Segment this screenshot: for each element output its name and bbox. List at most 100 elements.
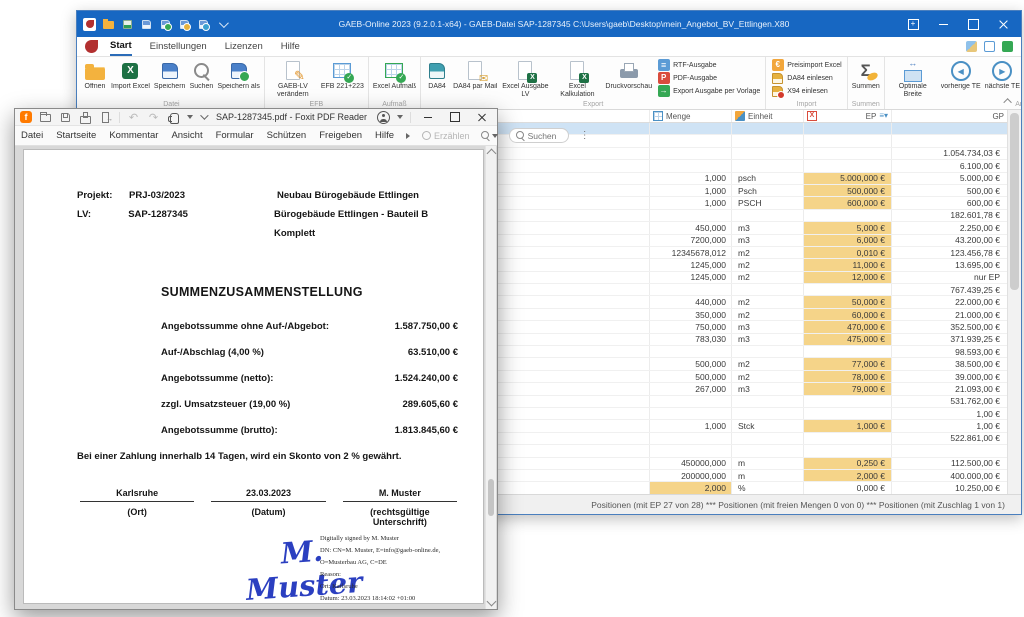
- cell-menge[interactable]: 267,000: [649, 383, 731, 395]
- cell-gp[interactable]: 522.861,00 €: [891, 432, 1007, 445]
- search-input[interactable]: [527, 130, 570, 141]
- cell-menge[interactable]: 350,000: [649, 308, 731, 321]
- advanced-search-button[interactable]: [480, 131, 498, 140]
- cell-einheit[interactable]: m: [731, 469, 803, 482]
- window-options-icon[interactable]: [899, 14, 927, 34]
- cell-menge[interactable]: [649, 123, 731, 135]
- cell-gp[interactable]: 39.000,00 €: [891, 370, 1007, 383]
- toolbar-expand-icon[interactable]: [200, 111, 209, 120]
- cell-gp[interactable]: 500,00 €: [891, 184, 1007, 197]
- save-as-yellow-icon[interactable]: [178, 18, 191, 31]
- ribbon-pdf-ausgabe[interactable]: PDF-Ausgabe: [657, 72, 760, 84]
- cell-einheit[interactable]: m3: [731, 234, 803, 246]
- header-einheit[interactable]: Einheit: [731, 110, 803, 122]
- cell-einheit[interactable]: m2: [731, 271, 803, 284]
- cell-gp[interactable]: [891, 135, 1007, 147]
- cell-einheit[interactable]: m2: [731, 308, 803, 321]
- pdf-close-icon[interactable]: [472, 110, 492, 124]
- cell-ep[interactable]: 12,000 €: [803, 271, 891, 284]
- cell-gp[interactable]: [891, 445, 1007, 457]
- cell-ep[interactable]: [803, 147, 891, 160]
- cell-menge[interactable]: 1,000: [649, 197, 731, 209]
- cell-einheit[interactable]: m2: [731, 246, 803, 259]
- close-icon[interactable]: [989, 14, 1017, 34]
- ribbon-summen[interactable]: Summen: [850, 57, 882, 100]
- cell-einheit[interactable]: m3: [731, 383, 803, 395]
- cell-ep[interactable]: 0,000 €: [803, 482, 891, 494]
- menu-freigeben[interactable]: Freigeben: [319, 130, 362, 141]
- cell-gp[interactable]: 6.100,00 €: [891, 160, 1007, 172]
- cell-menge[interactable]: 1,000: [649, 172, 731, 184]
- cell-menge[interactable]: 7200,000: [649, 234, 731, 246]
- ribbon-gaeb-lv-verändern[interactable]: GAEB-LV verändern: [267, 57, 319, 100]
- ribbon-efb-221-223[interactable]: EFB 221+223: [319, 57, 366, 100]
- cell-ep[interactable]: 0,010 €: [803, 246, 891, 259]
- cell-einheit[interactable]: [731, 432, 803, 445]
- cell-gp[interactable]: 1,00 €: [891, 407, 1007, 420]
- pdf-scrollbar[interactable]: [485, 146, 497, 609]
- cell-einheit[interactable]: m3: [731, 222, 803, 234]
- more-options-icon[interactable]: [580, 130, 590, 141]
- cell-einheit[interactable]: PSCH: [731, 197, 803, 209]
- scroll-up-icon[interactable]: [486, 148, 497, 159]
- menu-schützen[interactable]: Schützen: [267, 130, 307, 141]
- ribbon-da84-par-mail[interactable]: DA84 par Mail: [451, 57, 499, 100]
- cell-gp[interactable]: 21.093,00 €: [891, 383, 1007, 395]
- app-logo-icon[interactable]: [83, 17, 96, 31]
- cell-menge[interactable]: [649, 147, 731, 160]
- menu-hilfe[interactable]: Hilfe: [375, 130, 394, 141]
- cell-ep[interactable]: [803, 346, 891, 358]
- cell-gp[interactable]: 600,00 €: [891, 197, 1007, 209]
- tab-hilfe[interactable]: Hilfe: [281, 37, 300, 56]
- ribbon-excel-aufmaß[interactable]: Excel Aufmaß: [371, 57, 418, 100]
- ribbon-x94-einlesen[interactable]: X94 einlesen: [771, 85, 841, 99]
- cell-ep[interactable]: [803, 395, 891, 407]
- ribbon-export-ausgabe-per-vorlage[interactable]: Export Ausgabe per Vorlage: [657, 85, 760, 97]
- cell-ep[interactable]: 1,000 €: [803, 420, 891, 432]
- cell-menge[interactable]: 783,030: [649, 333, 731, 346]
- cell-menge[interactable]: 500,000: [649, 358, 731, 370]
- cell-gp[interactable]: 767.439,25 €: [891, 284, 1007, 296]
- cell-menge[interactable]: 1,000: [649, 184, 731, 197]
- cell-ep[interactable]: 5,000 €: [803, 222, 891, 234]
- ribbon-collapse-button[interactable]: [1002, 96, 1016, 106]
- cell-menge[interactable]: [649, 407, 731, 420]
- cell-ep[interactable]: 470,000 €: [803, 321, 891, 333]
- cell-einheit[interactable]: %: [731, 482, 803, 494]
- cell-einheit[interactable]: [731, 407, 803, 420]
- ribbon-speichern-als[interactable]: Speichern als: [215, 57, 261, 100]
- cell-ep[interactable]: 2,000 €: [803, 469, 891, 482]
- cell-gp[interactable]: 38.500,00 €: [891, 358, 1007, 370]
- cell-menge[interactable]: 200000,000: [649, 469, 731, 482]
- ribbon-excel-ausgabe-lv[interactable]: Excel Ausgabe LV: [499, 57, 551, 100]
- cell-gp[interactable]: 5.000,00 €: [891, 172, 1007, 184]
- cell-ep[interactable]: [803, 160, 891, 172]
- export-icon[interactable]: [99, 111, 113, 124]
- cell-gp[interactable]: 1,00 €: [891, 420, 1007, 432]
- cell-ep[interactable]: 475,000 €: [803, 333, 891, 346]
- cell-gp[interactable]: 10.250,00 €: [891, 482, 1007, 494]
- header-gp[interactable]: GP: [891, 110, 1007, 122]
- cell-ep[interactable]: 77,000 €: [803, 358, 891, 370]
- save-icon[interactable]: [59, 111, 72, 124]
- cell-ep[interactable]: [803, 284, 891, 296]
- cell-einheit[interactable]: [731, 284, 803, 296]
- tab-start[interactable]: Start: [110, 37, 132, 56]
- cell-menge[interactable]: 750,000: [649, 321, 731, 333]
- cell-gp[interactable]: 22.000,00 €: [891, 296, 1007, 308]
- window-layout-icon[interactable]: [984, 41, 995, 52]
- ribbon-excel-kalkulation[interactable]: Excel Kalkulation: [551, 57, 603, 100]
- cell-gp[interactable]: 352.500,00 €: [891, 321, 1007, 333]
- ribbon-vorherige-te[interactable]: vorherige TE: [939, 57, 983, 100]
- ribbon-nächste-te[interactable]: nächste TE: [983, 57, 1021, 100]
- cell-einheit[interactable]: m3: [731, 321, 803, 333]
- ribbon-speichern[interactable]: Speichern: [152, 57, 188, 100]
- toolbar-dropdown-icon[interactable]: [216, 18, 229, 31]
- header-menge[interactable]: Menge: [649, 110, 731, 122]
- cell-einheit[interactable]: Stck: [731, 420, 803, 432]
- undo-icon[interactable]: [127, 111, 140, 124]
- pdf-scrollbar-thumb[interactable]: [488, 479, 494, 517]
- import-file-icon[interactable]: [121, 18, 134, 31]
- cell-einheit[interactable]: m2: [731, 259, 803, 271]
- cell-einheit[interactable]: m3: [731, 333, 803, 346]
